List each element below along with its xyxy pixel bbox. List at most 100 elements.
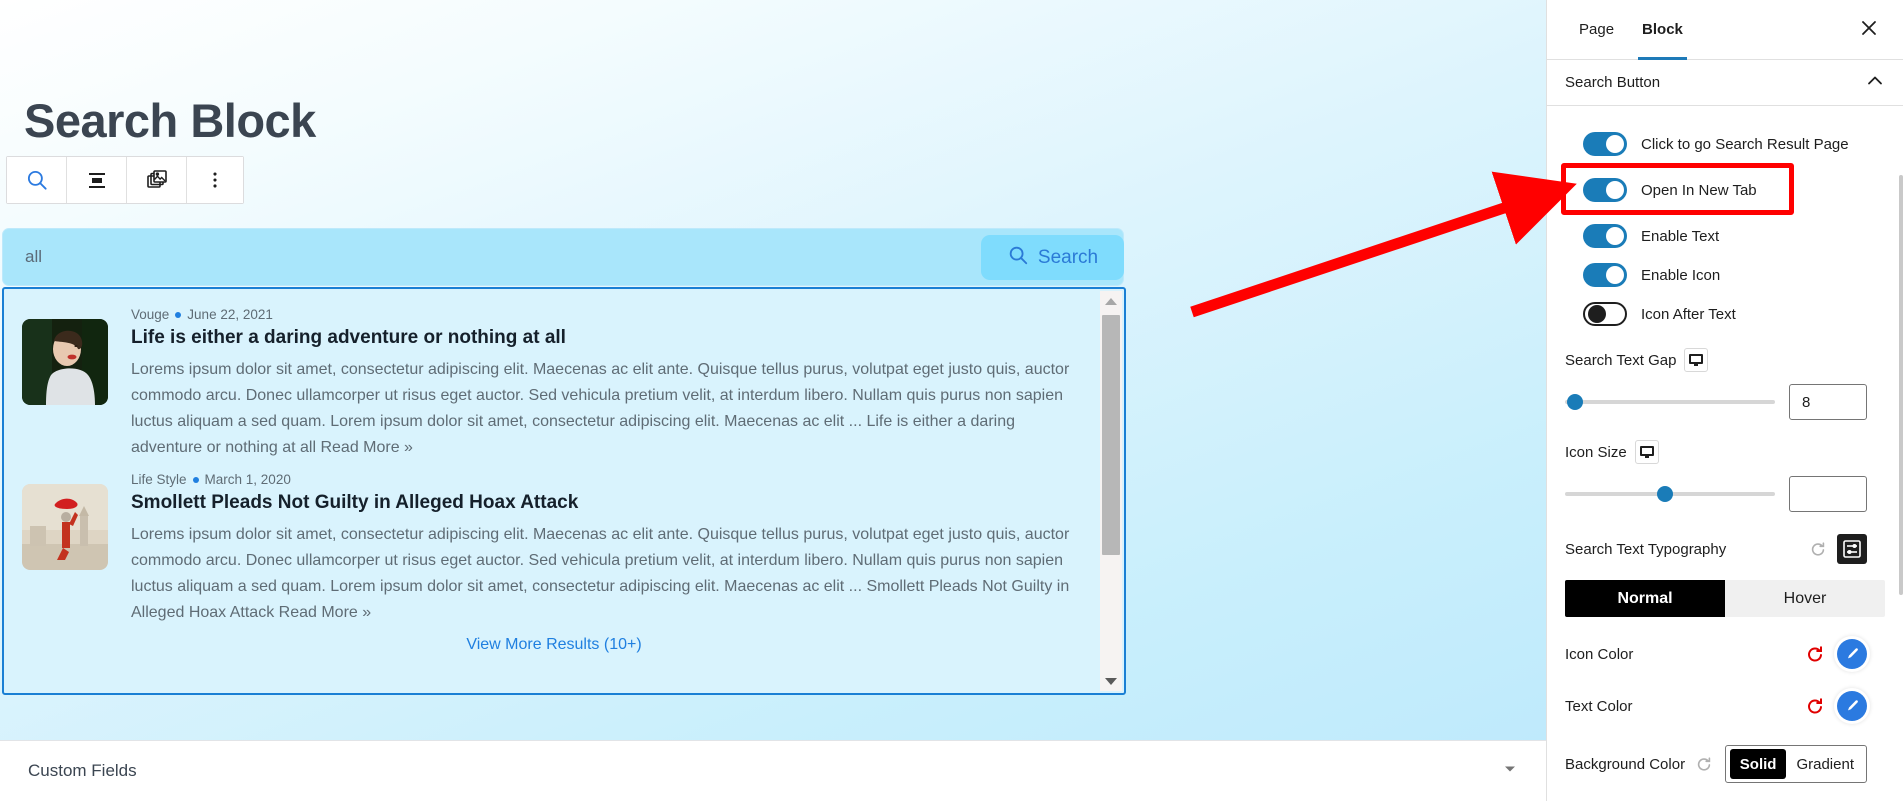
block-settings-sidebar: Page Block Search Button Click to go Sea… [1546, 0, 1903, 801]
setting-open-in-new-tab[interactable]: Open In New Tab [1565, 172, 1885, 208]
search-text-gap-control: 8 [1565, 384, 1885, 420]
icon-size-label: Icon Size [1565, 443, 1627, 461]
result-item[interactable]: Life Style March 1, 2020 Smollett Pleads… [4, 464, 1104, 629]
responsive-device-icon[interactable] [1684, 348, 1709, 372]
result-date: June 22, 2021 [187, 307, 273, 322]
toggle-label: Enable Icon [1641, 266, 1721, 284]
toolbar-button-media[interactable] [127, 157, 187, 203]
setting-click-to-go-search-result-page[interactable]: Click to go Search Result Page [1565, 126, 1885, 162]
reset-text-color-icon[interactable] [1805, 696, 1825, 716]
background-color-row: Background Color Solid Gradient [1565, 745, 1885, 783]
search-submit-button[interactable]: Search [981, 235, 1124, 280]
tab-page[interactable]: Page [1565, 0, 1628, 60]
icon-size-slider[interactable] [1565, 486, 1775, 502]
toggle-label: Icon After Text [1641, 305, 1736, 323]
view-more-results-link[interactable]: View More Results (10+) [4, 630, 1104, 654]
reset-icon-color-icon[interactable] [1805, 644, 1825, 664]
page-title: Search Block [24, 94, 316, 147]
tab-normal[interactable]: Normal [1565, 580, 1725, 617]
result-thumbnail [22, 484, 108, 571]
result-category: Vouge [131, 307, 170, 322]
toggle-enable-icon[interactable] [1583, 263, 1627, 287]
more-options-icon [204, 169, 226, 191]
toolbar-button-align[interactable] [67, 157, 127, 203]
reset-background-color-icon[interactable] [1695, 755, 1713, 773]
scroll-up-arrow-icon[interactable] [1100, 291, 1122, 311]
result-title[interactable]: Life is either a daring adventure or not… [131, 327, 1078, 350]
icon-size-value[interactable] [1789, 476, 1867, 512]
search-text-gap-value[interactable]: 8 [1789, 384, 1867, 420]
media-icon [145, 168, 169, 192]
typography-settings-icon[interactable] [1837, 534, 1867, 564]
search-text-typography-label: Search Text Typography [1565, 540, 1727, 558]
search-results-list: Vouge June 22, 2021 Life is either a dar… [4, 289, 1104, 693]
result-excerpt: Lorems ipsum dolor sit amet, consectetur… [131, 526, 1070, 621]
background-type-solid[interactable]: Solid [1729, 749, 1787, 779]
tab-block[interactable]: Block [1628, 0, 1697, 60]
close-sidebar-button[interactable] [1851, 12, 1887, 48]
result-body: Life Style March 1, 2020 Smollett Pleads… [108, 472, 1078, 625]
search-results-container: Vouge June 22, 2021 Life is either a dar… [2, 287, 1126, 695]
icon-color-label: Icon Color [1565, 645, 1634, 663]
block-toolbar [6, 156, 244, 204]
scrollbar-track[interactable] [1100, 311, 1122, 671]
toggle-click-to-go-search-result-page[interactable] [1583, 132, 1627, 156]
search-text-typography-row: Search Text Typography [1565, 534, 1885, 564]
toggle-label: Enable Text [1641, 227, 1720, 245]
scrollbar-thumb[interactable] [1102, 315, 1120, 555]
align-icon [85, 168, 109, 192]
toggle-label: Open In New Tab [1641, 181, 1757, 199]
search-bar: all Search [2, 228, 1124, 286]
close-icon [1859, 18, 1879, 43]
result-date: March 1, 2020 [204, 472, 291, 488]
results-scrollbar[interactable] [1100, 291, 1122, 691]
toggle-enable-text[interactable] [1583, 224, 1627, 248]
toolbar-button-more-options[interactable] [187, 157, 243, 203]
result-title[interactable]: Smollett Pleads Not Guilty in Alleged Ho… [131, 492, 1078, 515]
toggle-icon-after-text[interactable] [1583, 302, 1627, 326]
panel-body: Click to go Search Result Page Open In N… [1547, 106, 1903, 783]
responsive-device-icon[interactable] [1634, 440, 1659, 464]
text-color-swatch[interactable] [1837, 691, 1867, 721]
setting-icon-after-text[interactable]: Icon After Text [1565, 296, 1885, 332]
text-color-row: Text Color [1565, 691, 1885, 721]
scroll-down-arrow-icon[interactable] [1100, 671, 1122, 691]
search-block-icon [24, 167, 50, 193]
panel-header-search-button[interactable]: Search Button [1547, 60, 1903, 106]
setting-enable-text[interactable]: Enable Text [1565, 218, 1885, 254]
background-color-type-toggle: Solid Gradient [1724, 745, 1867, 783]
result-category: Life Style [131, 472, 187, 488]
text-color-label: Text Color [1565, 697, 1633, 715]
search-input[interactable]: all [2, 228, 1124, 286]
screen-root: Search Block all Search Vouge June 22, 2… [0, 0, 1903, 801]
icon-color-row: Icon Color [1565, 639, 1885, 669]
result-body: Vouge June 22, 2021 Life is either a dar… [108, 307, 1078, 460]
icon-size-label-row: Icon Size [1565, 440, 1885, 464]
sidebar-tabs: Page Block [1547, 0, 1903, 60]
editor-canvas: Search Block all Search Vouge June 22, 2… [0, 0, 1546, 801]
toggle-open-in-new-tab[interactable] [1583, 178, 1627, 202]
tab-hover[interactable]: Hover [1725, 580, 1885, 617]
search-text-gap-label-row: Search Text Gap [1565, 348, 1885, 372]
setting-enable-icon[interactable]: Enable Icon [1565, 257, 1885, 293]
background-type-gradient[interactable]: Gradient [1786, 756, 1866, 773]
separator-dot-icon [175, 311, 182, 318]
custom-fields-panel[interactable]: Custom Fields [0, 740, 1546, 801]
result-meta: Vouge June 22, 2021 [131, 307, 1078, 322]
chevron-up-icon[interactable] [1865, 71, 1885, 95]
separator-dot-icon [192, 476, 199, 483]
search-text-gap-slider[interactable] [1565, 394, 1775, 410]
block-gradient-background: Search Block all Search Vouge June 22, 2… [0, 0, 1546, 740]
search-text-gap-label: Search Text Gap [1565, 351, 1677, 369]
chevron-down-icon[interactable] [1502, 761, 1518, 782]
result-item[interactable]: Vouge June 22, 2021 Life is either a dar… [4, 299, 1104, 464]
search-submit-label: Search [1037, 246, 1099, 268]
reset-typography-icon[interactable] [1809, 540, 1827, 558]
result-meta: Life Style March 1, 2020 [131, 472, 1078, 487]
icon-size-control [1565, 476, 1885, 512]
search-icon [1007, 244, 1029, 272]
background-color-label: Background Color [1565, 755, 1686, 773]
toolbar-button-search-block[interactable] [7, 157, 67, 203]
sidebar-scrollbar[interactable] [1899, 175, 1903, 595]
icon-color-swatch[interactable] [1837, 639, 1867, 669]
